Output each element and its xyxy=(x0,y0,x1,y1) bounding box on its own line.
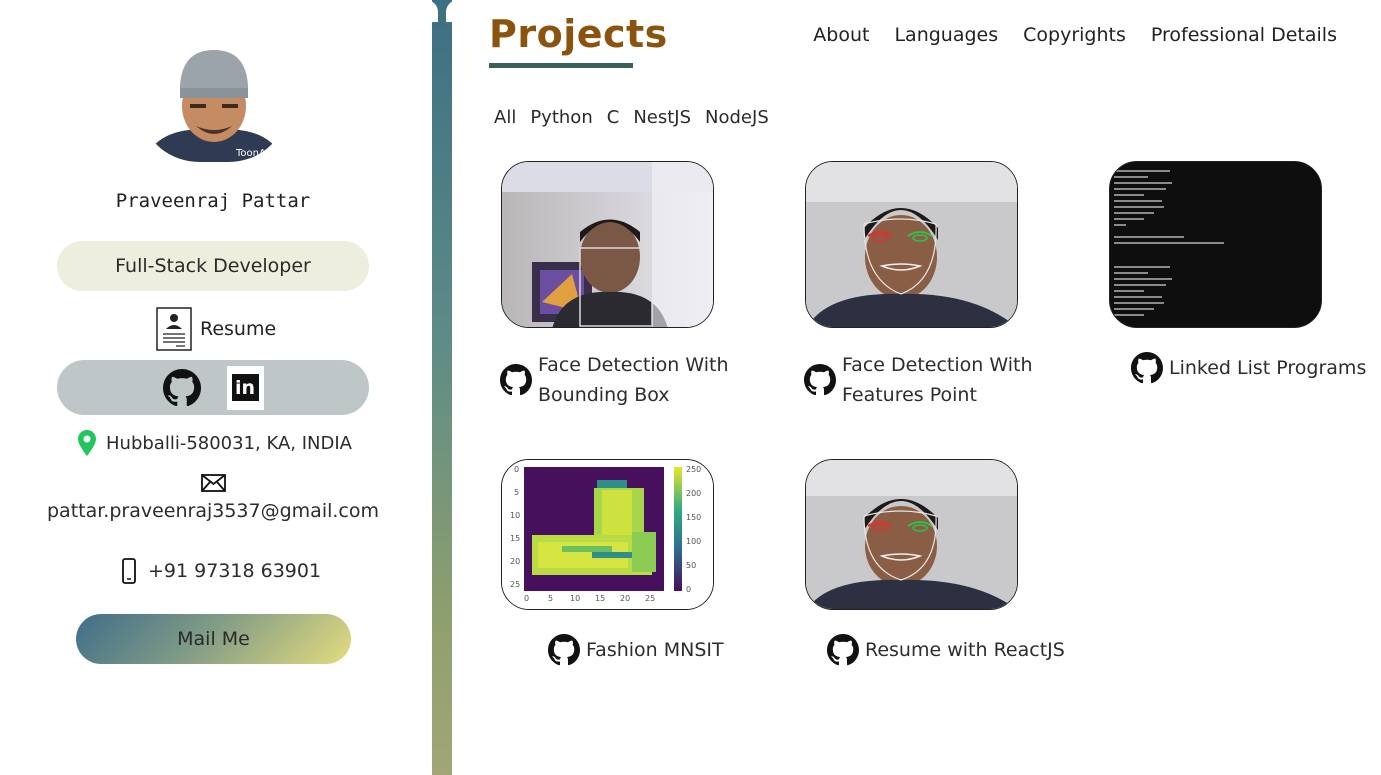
axis-tick: 10 xyxy=(570,594,580,603)
filter-all[interactable]: All xyxy=(494,107,516,128)
top-nav: About Languages Copyrights Professional … xyxy=(813,24,1337,46)
project-title-line2: Features Point xyxy=(842,384,977,406)
phone-text: +91 97318 63901 xyxy=(148,560,322,582)
resume-link[interactable]: Resume xyxy=(156,307,276,351)
project-title-linked-list[interactable]: Linked List Programs xyxy=(1131,352,1366,384)
colorbar-tick: 250 xyxy=(686,465,701,474)
project-title-text: Fashion MNSIT xyxy=(586,639,724,661)
github-icon xyxy=(1131,352,1163,384)
project-title-line1: Face Detection With xyxy=(842,354,1033,376)
profile-name: Praveenraj Pattar xyxy=(115,190,311,212)
phone: +91 97318 63901 xyxy=(122,558,321,584)
nav-about[interactable]: About xyxy=(813,24,869,46)
axis-tick: 0 xyxy=(524,594,529,603)
project-title-line1: Face Detection With xyxy=(538,354,729,376)
axis-tick: 20 xyxy=(510,557,520,566)
project-thumbnail-linked-list[interactable] xyxy=(1109,161,1322,328)
project-filters: All Python C NestJS NodeJS xyxy=(494,107,769,128)
colorbar-tick: 0 xyxy=(686,585,691,594)
location-text: Hubballi-580031, KA, INDIA xyxy=(106,432,352,454)
colorbar-tick: 100 xyxy=(686,537,701,546)
resume-icon xyxy=(156,307,192,351)
project-thumbnail-face-bbox[interactable] xyxy=(501,161,714,328)
colorbar-tick: 200 xyxy=(686,489,701,498)
project-title-face-features[interactable]: Face Detection With Features Point xyxy=(804,350,1032,410)
project-title-text: Face Detection With Features Point xyxy=(842,350,1032,410)
svg-text:ToonApp: ToonApp xyxy=(235,148,279,159)
linkedin-icon[interactable]: in xyxy=(226,365,264,410)
project-title-fashion-mnist[interactable]: Fashion MNSIT xyxy=(548,634,724,666)
location: Hubballi-580031, KA, INDIA xyxy=(78,430,352,456)
axis-tick: 25 xyxy=(510,580,520,589)
envelope-icon xyxy=(201,474,226,492)
page-title: Projects xyxy=(489,12,668,56)
profile-sidebar: ToonApp Praveenraj Pattar Full-Stack Dev… xyxy=(0,0,432,775)
axis-tick: 25 xyxy=(645,594,655,603)
linkedin-text: in xyxy=(231,374,259,401)
mobile-phone-icon xyxy=(122,558,136,584)
avatar: ToonApp xyxy=(144,44,284,162)
resume-label: Resume xyxy=(200,318,277,340)
project-title-text: Linked List Programs xyxy=(1169,357,1367,379)
filter-nodejs[interactable]: NodeJS xyxy=(705,107,769,128)
nav-professional-details[interactable]: Professional Details xyxy=(1151,24,1337,46)
role-badge: Full-Stack Developer xyxy=(57,241,369,291)
axis-tick: 0 xyxy=(514,465,519,474)
project-thumbnail-face-features[interactable] xyxy=(805,161,1018,328)
colorbar-tick: 150 xyxy=(686,513,701,522)
nav-copyrights[interactable]: Copyrights xyxy=(1023,24,1126,46)
axis-tick: 15 xyxy=(595,594,605,603)
location-pin-icon xyxy=(78,430,96,456)
title-underline xyxy=(489,63,633,68)
github-icon xyxy=(548,634,580,666)
portfolio-page: ToonApp Praveenraj Pattar Full-Stack Dev… xyxy=(0,0,1381,775)
project-title-face-bbox[interactable]: Face Detection With Bounding Box xyxy=(500,350,728,410)
sidebar-divider xyxy=(432,0,452,775)
filter-python[interactable]: Python xyxy=(530,107,592,128)
axis-tick: 10 xyxy=(510,511,520,520)
colorbar-tick: 50 xyxy=(686,561,696,570)
project-title-text: Face Detection With Bounding Box xyxy=(538,350,728,410)
filter-c[interactable]: C xyxy=(607,107,620,128)
project-thumbnail-fashion-mnist[interactable]: 0 5 10 15 20 25 0 5 10 15 20 25 250 200 … xyxy=(501,459,714,610)
axis-tick: 5 xyxy=(548,594,553,603)
project-title-resume-reactjs[interactable]: Resume with ReactJS xyxy=(827,634,1065,666)
mail-me-button[interactable]: Mail Me xyxy=(76,614,351,664)
github-icon xyxy=(804,364,836,396)
social-links: in xyxy=(57,360,369,415)
nav-languages[interactable]: Languages xyxy=(894,24,998,46)
email-link[interactable]: pattar.praveenraj3537@gmail.com xyxy=(0,500,426,522)
github-icon xyxy=(827,634,859,666)
project-thumbnail-resume-reactjs[interactable] xyxy=(805,459,1018,610)
filter-nestjs[interactable]: NestJS xyxy=(633,107,691,128)
axis-tick: 20 xyxy=(620,594,630,603)
github-icon[interactable] xyxy=(162,368,201,407)
project-title-line2: Bounding Box xyxy=(538,384,670,406)
axis-tick: 5 xyxy=(514,488,519,497)
axis-tick: 15 xyxy=(510,534,520,543)
github-icon xyxy=(500,364,532,396)
project-title-text: Resume with ReactJS xyxy=(865,639,1065,661)
